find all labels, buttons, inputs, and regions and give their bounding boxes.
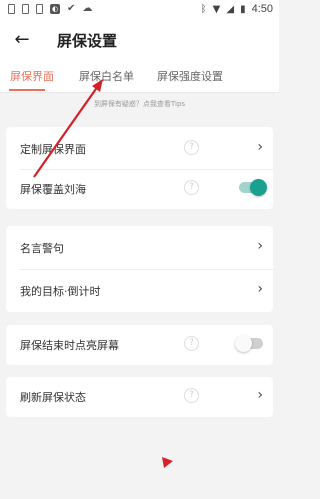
help-icon[interactable]: ? bbox=[184, 388, 199, 403]
row-label: 定制屏保界面 bbox=[20, 143, 86, 156]
tab-indicator bbox=[9, 89, 45, 91]
tab-bar: 屏保界面 屏保白名单 屏保强度设置 bbox=[0, 62, 279, 93]
toggle-knob bbox=[250, 179, 267, 196]
file-icon bbox=[22, 4, 29, 14]
wake-screen-row: 屏保结束时点亮屏幕 ? bbox=[6, 325, 273, 365]
settings-card-refresh: 刷新屏保状态 ? › bbox=[6, 377, 273, 417]
quotes-row[interactable]: 名言警句 › bbox=[6, 228, 273, 268]
chevron-right-icon: › bbox=[257, 281, 263, 297]
back-button[interactable]: ← bbox=[10, 28, 34, 52]
chevron-right-icon: › bbox=[257, 139, 263, 155]
bluetooth-icon: ᛒ bbox=[200, 3, 207, 15]
help-icon[interactable]: ? bbox=[184, 140, 199, 155]
refresh-status-row[interactable]: 刷新屏保状态 ? › bbox=[6, 377, 273, 417]
tab-intensity[interactable]: 屏保强度设置 bbox=[157, 68, 223, 84]
status-time: 4:50 bbox=[251, 3, 273, 15]
divider bbox=[20, 269, 273, 270]
tips-link[interactable]: 到屏保有疑惑？点我查看Tips bbox=[0, 99, 279, 109]
status-bar: ◐ ✔ ☁ ᛒ ▼ ◢ ▮ 4:50 bbox=[0, 0, 279, 18]
settings-card-wake: 屏保结束时点亮屏幕 ? bbox=[6, 325, 273, 365]
page-title: 屏保设置 bbox=[57, 32, 118, 50]
help-icon[interactable]: ? bbox=[184, 336, 199, 351]
row-label: 屏保结束时点亮屏幕 bbox=[20, 339, 119, 352]
app-header: ← 屏保设置 bbox=[0, 18, 279, 62]
tab-whitelist[interactable]: 屏保白名单 bbox=[79, 68, 134, 84]
settings-card-content: 名言警句 › 我的目标·倒计时 › bbox=[6, 226, 273, 312]
cloud-icon: ☁ bbox=[82, 3, 93, 14]
settings-card-display: 定制屏保界面 ? › 屏保覆盖刘海 ? bbox=[6, 127, 273, 209]
sim-icon bbox=[8, 4, 15, 14]
back-arrow-icon: ← bbox=[14, 29, 30, 50]
wifi-icon: ▼ bbox=[212, 3, 221, 15]
check-icon: ✔ bbox=[67, 3, 76, 14]
cover-notch-row: 屏保覆盖刘海 ? bbox=[6, 169, 273, 209]
wake-screen-toggle[interactable] bbox=[235, 335, 263, 352]
row-label: 我的目标·倒计时 bbox=[20, 285, 101, 298]
chevron-right-icon: › bbox=[257, 238, 263, 254]
goal-countdown-row[interactable]: 我的目标·倒计时 › bbox=[6, 271, 273, 311]
row-label: 名言警句 bbox=[20, 242, 64, 255]
help-icon[interactable]: ? bbox=[184, 180, 199, 195]
battery-icon: ▮ bbox=[240, 3, 246, 15]
annotation-marker bbox=[162, 457, 173, 468]
chevron-right-icon: › bbox=[257, 387, 263, 403]
custom-screen-row[interactable]: 定制屏保界面 ? › bbox=[6, 129, 273, 169]
app-icon: ◐ bbox=[50, 4, 60, 14]
row-label: 屏保覆盖刘海 bbox=[20, 183, 86, 196]
phone-icon bbox=[36, 4, 43, 14]
toggle-knob bbox=[235, 335, 252, 352]
cover-notch-toggle[interactable] bbox=[239, 179, 267, 196]
tab-screensaver-ui[interactable]: 屏保界面 bbox=[10, 68, 54, 84]
signal-icon: ◢ bbox=[226, 3, 235, 15]
row-label: 刷新屏保状态 bbox=[20, 391, 86, 404]
